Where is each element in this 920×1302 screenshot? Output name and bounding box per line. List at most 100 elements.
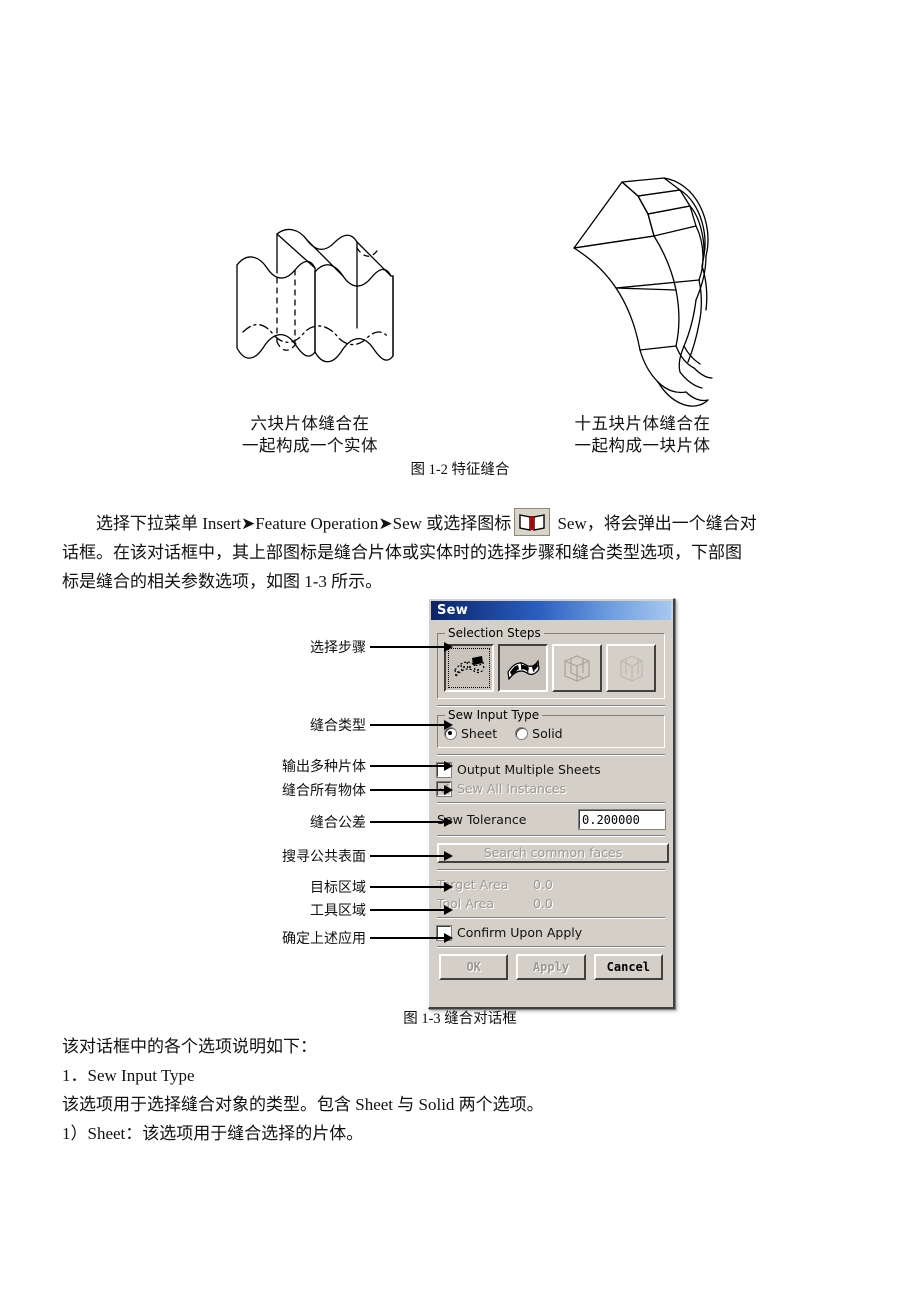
dialog-titlebar[interactable]: Sew [431,601,671,620]
leader-line [370,886,444,888]
arrow-head-icon [444,933,453,943]
selection-steps-label: Selection Steps [445,626,544,640]
annotation-sew-all-instances: 缝合所有物体 [282,780,453,800]
divider-7 [437,946,665,948]
right-caption-line-1: 十五块片体缝合在 [574,414,711,433]
body-line-3: 该选项用于选择缝合对象的类型。包含 Sheet 与 Solid 两个选项。 [62,1095,544,1114]
sew-all-instances-row: Sew All Instances [436,780,665,797]
arrow-head-icon [444,785,453,795]
left-caption-line-1: 六块片体缝合在 [250,414,370,433]
menu-arrow-2-icon: ➤ [378,514,393,533]
cancel-button[interactable]: Cancel [593,954,663,980]
fifteen-patch-sheet-drawing [560,160,720,410]
annotation-label: 输出多种片体 [282,759,366,775]
sew-all-instances-label: Sew All Instances [457,781,566,796]
right-figure-caption: 十五块片体缝合在 一起构成一块片体 [535,413,750,457]
tool-area-row: Tool Area 0.0 [437,896,665,911]
figure-1-2: 六块片体缝合在 一起构成一个实体 十五块片体缝合在 一起构成一块片体 [0,150,920,480]
paragraph-line-3: 标是缝合的相关参数选项，如图 1-3 所示。 [62,572,383,591]
annotation-label: 确定上述应用 [282,931,366,947]
step-select-solid-target-button [552,644,602,692]
document-page: 六块片体缝合在 一起构成一个实体 十五块片体缝合在 一起构成一块片体 图 1-2… [0,0,920,1302]
apply-button: Apply [516,954,586,980]
body-line-4: 1）Sheet：该选项用于缝合选择的片体。 [62,1124,364,1143]
annotation-output-multiple-sheets: 输出多种片体 [282,756,453,776]
sew-input-type-group: Sew Input Type Sheet Solid [437,708,665,748]
leader-line [370,821,444,823]
dialog-button-bar: OK Apply Cancel [439,954,663,980]
menu-arrow-1-icon: ➤ [240,514,256,533]
dialog-body: Selection Steps Sew Input Type Sheet Sol… [429,620,673,988]
sew-input-type-label: Sew Input Type [445,708,543,722]
body-line-2: 1．Sew Input Type [62,1066,195,1085]
leader-line [370,765,444,767]
para1-text-d: Sew，将会弹出一个缝合对 [557,514,757,533]
paragraph-line-2: 话框。在该对话框中，其上部图标是缝合片体或实体时的选择步骤和缝合类型选项，下部图 [62,543,742,562]
divider-3 [437,802,665,804]
paragraph-line-1: 选择下拉菜单 Insert➤Feature Operation➤Sew 或选择图… [62,508,862,538]
annotation-label: 缝合公差 [310,815,366,831]
body-text-block: 该对话框中的各个选项说明如下： 1．Sew Input Type 该选项用于选择… [62,1032,862,1148]
arrow-head-icon [444,817,453,827]
target-area-row: Target Area 0.0 [437,877,665,892]
target-area-value: 0.0 [533,877,553,892]
tool-area-value: 0.0 [533,896,553,911]
para1-text-a: 选择下拉菜单 Insert [96,514,241,533]
radio-solid-label[interactable]: Solid [532,726,562,741]
annotation-label: 搜寻公共表面 [282,849,366,865]
annotation-target-area: 目标区域 [310,877,453,897]
left-figure-caption: 六块片体缝合在 一起构成一个实体 [200,413,420,457]
selection-steps-group: Selection Steps [437,626,665,699]
selection-steps-row [444,644,658,692]
sew-tolerance-row: Sew Tolerance 0.200000 [437,809,666,830]
figure-1-2-caption: 图 1-2 特征缝合 [410,462,510,478]
body-line-1: 该对话框中的各个选项说明如下： [62,1037,317,1056]
leader-line [370,789,444,791]
sew-dialog[interactable]: Sew Selection Steps Sew Input Type Sheet… [428,598,675,1009]
ok-button: OK [439,954,509,980]
sew-tolerance-input[interactable]: 0.200000 [578,809,666,830]
divider-2 [437,754,665,756]
dialog-title: Sew [437,603,469,618]
annotation-selection-steps: 选择步骤 [310,637,453,657]
arrow-head-icon [444,761,453,771]
annotation-label: 工具区域 [310,903,366,919]
leader-line [370,855,444,857]
left-caption-line-2: 一起构成一个实体 [242,435,378,455]
confirm-upon-apply-row[interactable]: Confirm Upon Apply [436,924,665,941]
step-select-solid-tool-button [606,644,656,692]
annotation-label: 目标区域 [310,880,366,896]
arrow-head-icon [444,720,453,730]
search-common-faces-button: Search common faces [437,843,669,863]
output-multiple-sheets-row[interactable]: Output Multiple Sheets [436,761,665,778]
radio-sheet-label[interactable]: Sheet [461,726,497,741]
annotation-tool-area: 工具区域 [310,900,453,920]
leader-line [370,937,444,939]
annotation-confirm-upon-apply: 确定上述应用 [282,928,453,948]
focus-ring [448,648,490,688]
radio-solid-icon[interactable] [515,727,529,740]
arrow-head-icon [444,642,453,652]
para1-text-b: Feature Operation [255,514,379,533]
divider-5 [437,869,665,871]
six-patch-solid-drawing [215,220,405,410]
open-book-icon [514,508,551,536]
annotation-label: 缝合所有物体 [282,783,366,799]
annotation-sew-type: 缝合类型 [310,715,453,735]
annotation-label: 选择步骤 [310,640,366,656]
arrow-head-icon [444,905,453,915]
leader-line [370,909,444,911]
checkered-sheet-icon [507,659,540,681]
solid-tool-icon [620,655,643,682]
confirm-upon-apply-label: Confirm Upon Apply [457,925,583,940]
sew-input-type-options: Sheet Solid [444,726,658,741]
divider-6 [437,917,665,919]
para1-text-c: Sew 或选择图标 [392,514,512,533]
step-select-sheet-checkered-button[interactable] [498,644,548,692]
leader-line [370,724,444,726]
leader-line [370,646,444,648]
right-caption-line-2: 一起构成一块片体 [574,435,711,455]
paragraph-insert-sew: 选择下拉菜单 Insert➤Feature Operation➤Sew 或选择图… [62,508,862,596]
annotation-label: 缝合类型 [310,718,366,734]
solid-target-icon [564,655,590,682]
